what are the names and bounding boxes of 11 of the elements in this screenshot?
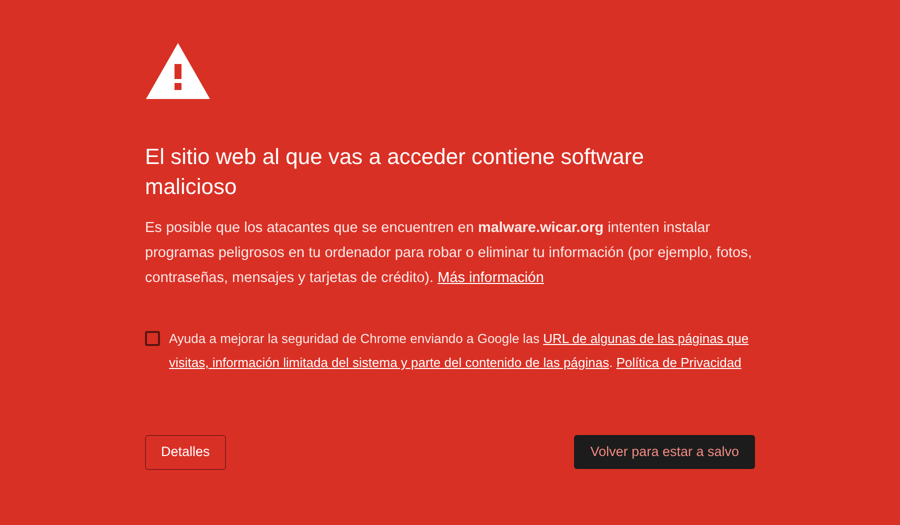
warning-text: Es posible que los atacantes que se encuentren en malware.wicar.org intenten instalar programas peligrosos en tu ordenador para robar o eliminar tu información (por ejemplo, fotos, contraseñas, mensajes y tarjetas de crédito). Más información xyxy=(145,219,753,288)
report-text: Ayuda a mejorar la seguridad de Chrome enviando a Google las URL de algunas de las páginas que visitas, información limitada del sistema y parte del contenido de las páginas. Política de Privacidad xyxy=(169,330,750,372)
back-to-safety-button[interactable]: Volver para estar a salvo xyxy=(574,435,755,469)
report-link[interactable]: visitas, información limitada del sistema y parte del contenido de las páginas xyxy=(169,355,610,370)
details-button[interactable]: Detalles xyxy=(145,435,226,470)
more-info-link[interactable]: Más información xyxy=(438,270,544,286)
warning-icon xyxy=(145,42,211,100)
report-checkbox[interactable] xyxy=(145,331,160,346)
report-link[interactable]: Política de Privacidad xyxy=(616,355,742,370)
page-title: El sitio web al que vas a acceder contiene software malicioso xyxy=(145,143,645,201)
report-link[interactable]: URL de algunas de las páginas que xyxy=(543,331,749,346)
